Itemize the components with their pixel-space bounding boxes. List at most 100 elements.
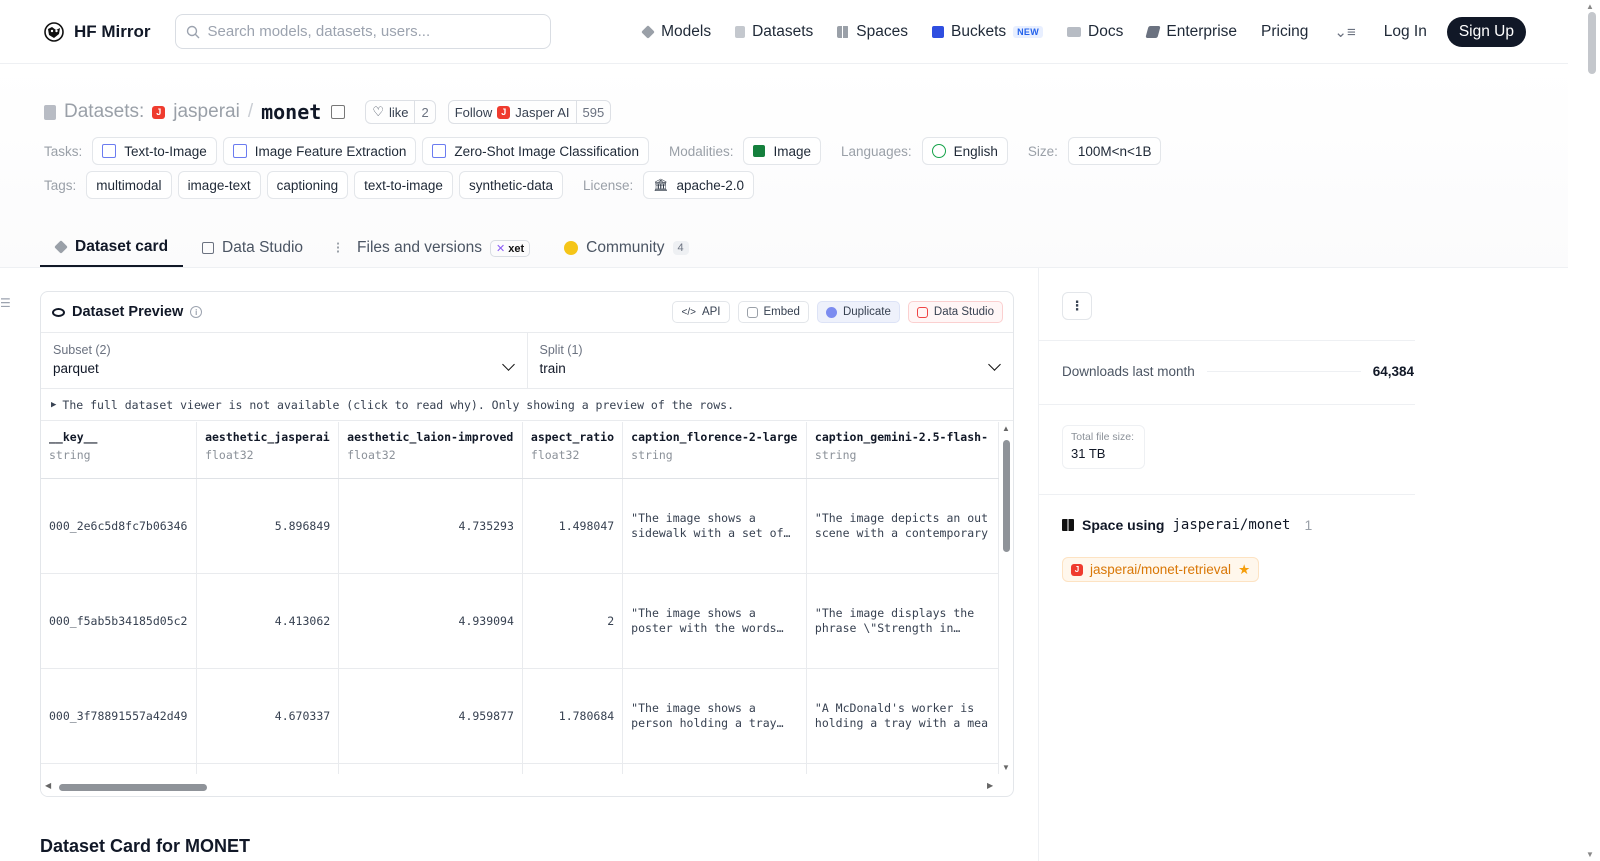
task-chip-text-to-image[interactable]: Text-to-Image: [92, 137, 217, 165]
table-cell[interactable]: 1.498047: [522, 478, 624, 574]
column-header[interactable]: __key__ string: [41, 422, 198, 479]
table-cell[interactable]: 000_3f78891557a42d49: [41, 668, 198, 764]
table-cell[interactable]: 000_f5ab5b34185d05c2: [41, 573, 198, 669]
tab-files-and-versions[interactable]: Files and versions ✕ xet: [322, 228, 545, 268]
like-count[interactable]: 2: [414, 101, 434, 123]
follow-button[interactable]: Follow J Jasper AI: [449, 101, 576, 123]
viewer-notice[interactable]: ▶ The full dataset viewer is not availab…: [41, 389, 1013, 421]
cell-text: "The image shows a poster with the words…: [631, 605, 784, 635]
table-cell[interactable]: 4.735293: [338, 478, 523, 574]
table-row[interactable]: 000_3f78891557a42d49 4.670337 4.959877 1…: [41, 668, 999, 764]
more-menu-icon[interactable]: ⌄≡: [1320, 23, 1369, 41]
page-scroll-thumb[interactable]: [1588, 12, 1596, 74]
table-row[interactable]: 000_f5ab5b34185d05c2 4.413062 4.939094 2…: [41, 573, 999, 669]
table-cell[interactable]: 5.896849: [196, 478, 340, 574]
org-link[interactable]: jasperai: [173, 101, 240, 123]
tag-chip[interactable]: captioning: [266, 171, 349, 199]
column-header[interactable]: caption_florence-2-large string: [622, 422, 807, 479]
scroll-down-arrow-icon[interactable]: ▼: [1586, 850, 1594, 859]
table-cell[interactable]: "The image depicts an out scene with a c…: [806, 478, 999, 574]
nav-pricing[interactable]: Pricing: [1249, 0, 1320, 64]
table-cell[interactable]: 2: [522, 573, 624, 669]
table-cell[interactable]: [806, 763, 999, 774]
scroll-up-arrow-icon[interactable]: ▲: [1586, 2, 1594, 11]
table-cell[interactable]: [196, 763, 340, 774]
search-box[interactable]: [174, 14, 551, 49]
modality-chip-image[interactable]: Image: [743, 137, 822, 165]
nav-enterprise[interactable]: Enterprise: [1135, 0, 1249, 64]
follow-button-group[interactable]: Follow J Jasper AI 595: [447, 100, 612, 124]
column-header[interactable]: aesthetic_laion-improved float32: [338, 422, 523, 479]
preview-title-text: Dataset Preview: [72, 304, 184, 320]
table-cell[interactable]: 4.413062: [196, 573, 340, 669]
scroll-right-arrow-icon[interactable]: ▶: [987, 781, 993, 790]
table-horizontal-scrollbar[interactable]: ◀ ▶: [41, 778, 999, 796]
scroll-down-arrow-icon[interactable]: ▼: [1002, 763, 1010, 772]
tab-data-studio[interactable]: Data Studio: [187, 228, 318, 268]
table-cell[interactable]: [522, 763, 624, 774]
table-vscroll-thumb[interactable]: [1003, 440, 1010, 552]
language-chip-english[interactable]: English: [921, 137, 1008, 165]
task-chip-zero-shot-classification[interactable]: Zero-Shot Image Classification: [422, 137, 649, 165]
follower-count[interactable]: 595: [575, 101, 611, 123]
like-button[interactable]: ♡ like: [366, 101, 414, 123]
table-cell[interactable]: [622, 763, 807, 774]
more-options-icon[interactable]: ⋮: [1062, 292, 1092, 320]
embed-button[interactable]: Embed: [737, 301, 809, 323]
table-cell[interactable]: 4.670337: [196, 668, 340, 764]
info-icon[interactable]: i: [190, 306, 203, 318]
duplicate-button[interactable]: Duplicate: [816, 301, 900, 323]
models-icon: [641, 24, 655, 39]
signup-button[interactable]: Sign Up: [1446, 16, 1526, 47]
repo-name[interactable]: monet: [261, 100, 321, 124]
login-button[interactable]: Log In: [1370, 23, 1441, 41]
tab-dataset-card[interactable]: Dataset card: [40, 228, 184, 268]
table-cell[interactable]: 4.959877: [338, 668, 523, 764]
api-button[interactable]: </> API: [672, 301, 730, 323]
nav-datasets[interactable]: Datasets: [723, 0, 825, 64]
tag-chip[interactable]: multimodal: [86, 171, 172, 199]
tag-chip[interactable]: image-text: [177, 171, 261, 199]
license-chip[interactable]: 🏛 apache-2.0: [643, 171, 755, 199]
split-select[interactable]: Split (1) train: [526, 333, 1014, 388]
table-row[interactable]: 000_2e6c5d8fc7b06346 5.896849 4.735293 1…: [41, 478, 999, 574]
table-cell[interactable]: "The image shows a poster with the words…: [622, 573, 807, 669]
scroll-left-arrow-icon[interactable]: ◀: [45, 781, 51, 790]
downloads-label: Downloads last month: [1062, 364, 1195, 379]
column-header[interactable]: aesthetic_jasperai float32: [196, 422, 340, 479]
subset-select[interactable]: Subset (2) parquet: [41, 333, 527, 388]
table-cell[interactable]: [338, 763, 523, 774]
table-cell[interactable]: [41, 763, 198, 774]
copy-icon[interactable]: [331, 105, 346, 119]
table-hscroll-thumb[interactable]: [59, 784, 207, 791]
table-row[interactable]: [41, 763, 999, 774]
license-value: apache-2.0: [676, 177, 745, 193]
search-input[interactable]: [207, 23, 528, 40]
scroll-up-arrow-icon[interactable]: ▲: [1002, 424, 1010, 433]
tab-community[interactable]: Community 4: [549, 228, 704, 268]
sidebar-toggle-icon[interactable]: ☰: [0, 296, 11, 310]
brand[interactable]: HF Mirror: [42, 20, 151, 44]
task-chip-image-feature-extraction[interactable]: Image Feature Extraction: [222, 137, 417, 165]
table-cell[interactable]: 000_2e6c5d8fc7b06346: [41, 478, 198, 574]
nav-spaces[interactable]: Spaces: [825, 0, 920, 64]
tag-chip[interactable]: synthetic-data: [458, 171, 563, 199]
size-chip[interactable]: 100M<n<1B: [1067, 137, 1162, 165]
column-header[interactable]: caption_gemini-2.5-flash-string: [806, 422, 999, 479]
like-button-group[interactable]: ♡ like 2: [365, 100, 436, 124]
table-cell[interactable]: "The image shows a sidewalk with a set o…: [622, 478, 807, 574]
nav-buckets[interactable]: Buckets NEW: [920, 0, 1055, 64]
nav-docs[interactable]: Docs: [1055, 0, 1135, 64]
table-cell[interactable]: 4.939094: [338, 573, 523, 669]
table-cell[interactable]: 1.780684: [522, 668, 624, 764]
page-scrollbar[interactable]: ▲ ▼: [1582, 0, 1600, 861]
space-chip-monet-retrieval[interactable]: J jasperai/monet-retrieval ★: [1062, 557, 1260, 582]
column-header[interactable]: aspect_ratio float32: [522, 422, 624, 479]
table-cell[interactable]: "A McDonald's worker is holding a tray w…: [806, 668, 999, 764]
nav-models[interactable]: Models: [630, 0, 723, 64]
table-cell[interactable]: "The image displays the phrase \"Strengt…: [806, 573, 999, 669]
tag-chip[interactable]: text-to-image: [354, 171, 453, 199]
table-cell[interactable]: "The image shows a person holding a tray…: [622, 668, 807, 764]
data-studio-button[interactable]: Data Studio: [907, 301, 1003, 323]
table-vertical-scrollbar[interactable]: ▲ ▼: [999, 422, 1013, 774]
